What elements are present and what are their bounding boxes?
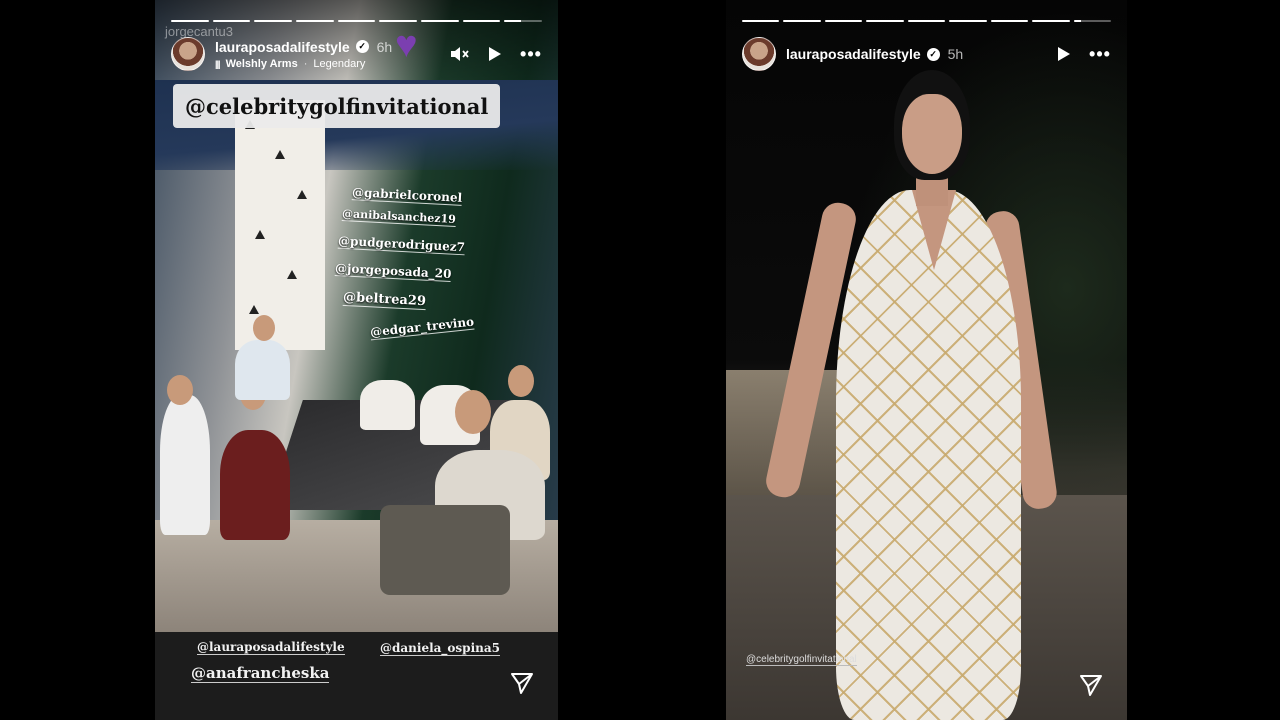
mention-sticker[interactable]: @celebritygolfinvitational <box>173 84 501 128</box>
progress-fill <box>462 20 501 22</box>
progress-fill <box>742 20 780 22</box>
progress-segment <box>504 20 543 22</box>
progress-fill <box>421 20 459 22</box>
guest-figure <box>235 340 290 400</box>
play-icon <box>1058 47 1070 61</box>
music-bars-icon: ||| <box>215 58 220 69</box>
progress-segment <box>1073 20 1111 22</box>
avatar[interactable] <box>742 37 776 71</box>
verified-badge-icon: ✓ <box>355 40 369 53</box>
progress-fill <box>171 20 209 22</box>
progress-fill <box>824 20 863 22</box>
progress-segment <box>824 20 863 22</box>
progress-fill <box>866 20 904 22</box>
woman-figure <box>763 70 1059 720</box>
face <box>902 94 962 174</box>
footer-mention[interactable]: @daniela_ospina5 <box>380 641 500 656</box>
progress-fill <box>783 20 821 22</box>
story-header: lauraposadalifestyle ✓ 5h ••• <box>742 34 1111 74</box>
guest-head <box>253 315 275 341</box>
progress-segment <box>866 20 904 22</box>
story-photo-portrait <box>726 0 1127 720</box>
story-card-left[interactable]: lauraposadalifestyle ✓ 6h ||| Welshly Ar… <box>155 0 558 720</box>
mute-button[interactable] <box>448 43 470 65</box>
previous-username: jorgecantu3 <box>165 24 233 39</box>
story-card-right[interactable]: lauraposadalifestyle ✓ 5h ••• @celebrity… <box>726 0 1127 720</box>
story-progress-bar <box>742 20 1111 22</box>
progress-fill <box>212 20 251 22</box>
progress-fill <box>337 20 376 22</box>
progress-fill <box>949 20 987 22</box>
progress-fill <box>1073 20 1081 22</box>
music-song: Legendary <box>313 57 366 70</box>
progress-segment <box>254 20 293 22</box>
guest-legs <box>380 505 510 595</box>
progress-segment <box>462 20 501 22</box>
progress-segment <box>949 20 987 22</box>
progress-fill <box>296 20 334 22</box>
purple-heart-icon: ♥ <box>395 24 418 66</box>
post-time: 6h <box>376 38 393 55</box>
guest-figure <box>220 430 290 540</box>
more-options-button[interactable]: ••• <box>520 43 542 65</box>
progress-fill <box>379 20 418 22</box>
progress-segment <box>783 20 821 22</box>
decorative-pillar <box>235 100 325 350</box>
progress-segment <box>742 20 780 22</box>
music-separator: · <box>303 57 308 70</box>
username[interactable]: lauraposadalifestyle <box>215 39 350 55</box>
play-button[interactable] <box>484 43 506 65</box>
story-footer: @lauraposadalifestyle @daniela_ospina5 @… <box>155 632 558 720</box>
progress-fill <box>907 20 946 22</box>
more-dots-icon: ••• <box>1089 43 1111 64</box>
more-options-button[interactable]: ••• <box>1089 43 1111 65</box>
more-dots-icon: ••• <box>520 43 542 64</box>
verified-badge-icon: ✓ <box>926 47 940 61</box>
progress-fill <box>504 20 522 22</box>
mention-tag[interactable]: @celebritygolfinvitational <box>746 654 857 666</box>
share-send-icon[interactable] <box>1078 672 1104 698</box>
story-progress-bar <box>171 20 543 22</box>
guest-head <box>455 390 491 434</box>
progress-segment <box>907 20 946 22</box>
progress-fill <box>1032 20 1070 22</box>
progress-segment <box>379 20 418 22</box>
guest-figure <box>360 380 415 430</box>
footer-mention[interactable]: @anafrancheska <box>191 664 330 683</box>
avatar[interactable] <box>171 37 205 71</box>
progress-segment <box>212 20 251 22</box>
username[interactable]: lauraposadalifestyle <box>786 46 921 62</box>
footer-mention[interactable]: @lauraposadalifestyle <box>197 640 345 655</box>
progress-segment <box>337 20 376 22</box>
guest-head <box>167 375 193 405</box>
progress-segment <box>990 20 1029 22</box>
post-time: 5h <box>947 46 964 62</box>
guest-figure <box>160 395 210 535</box>
progress-fill <box>990 20 1029 22</box>
story-header: lauraposadalifestyle ✓ 6h ||| Welshly Ar… <box>171 34 542 74</box>
speaker-muted-icon <box>451 47 469 61</box>
progress-segment <box>1032 20 1070 22</box>
progress-segment <box>296 20 334 22</box>
share-send-icon[interactable] <box>509 670 535 696</box>
play-button[interactable] <box>1053 43 1075 65</box>
music-info[interactable]: ||| Welshly Arms · Legendary <box>215 58 392 70</box>
progress-segment <box>421 20 459 22</box>
progress-fill <box>254 20 293 22</box>
guest-head <box>508 365 534 397</box>
progress-segment <box>171 20 209 22</box>
music-artist: Welshly Arms <box>225 57 298 70</box>
play-icon <box>489 47 501 61</box>
